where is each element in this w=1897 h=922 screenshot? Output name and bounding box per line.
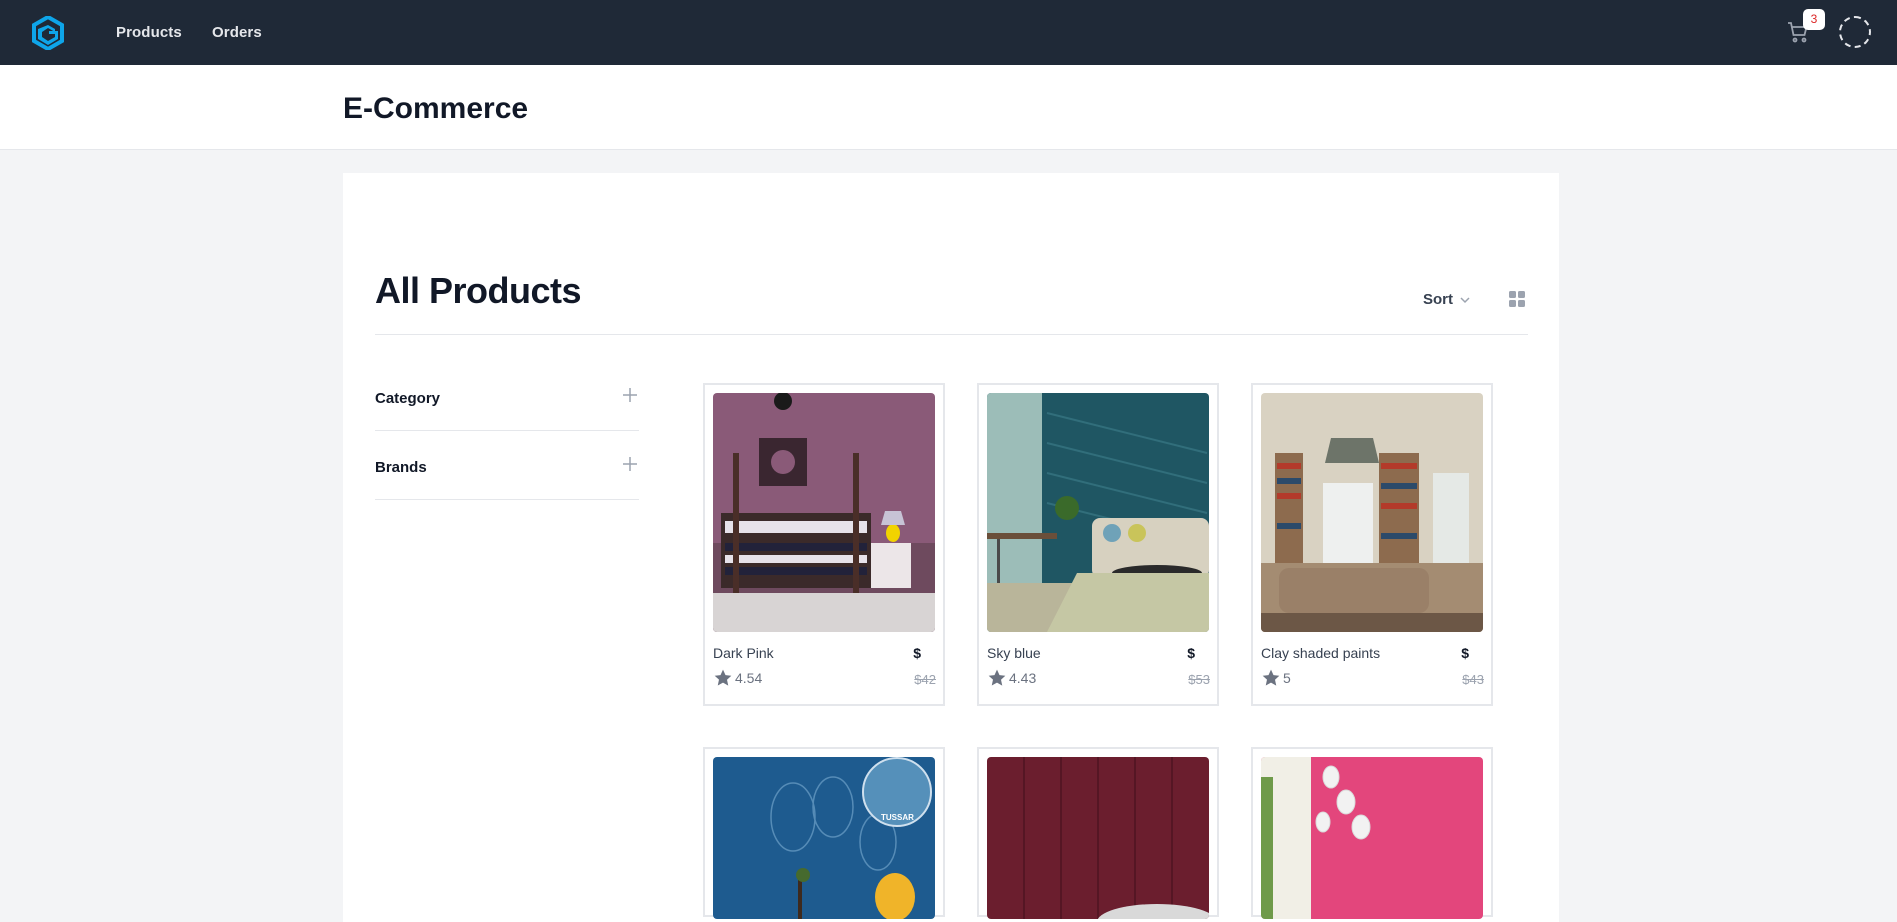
product-old-price: $42 [914,672,936,687]
product-price: $ [913,645,921,661]
product-rating: 5 [1261,668,1291,688]
title-divider [375,334,1528,335]
product-card[interactable]: TUSSAR [703,747,945,919]
star-icon [714,669,732,686]
star-icon [988,669,1006,686]
product-card[interactable] [1251,747,1493,919]
product-name: Sky blue [987,645,1041,661]
filter-brands-label: Brands [375,459,427,476]
product-image [987,757,1209,919]
section-title: All Products [375,270,582,311]
product-old-price: $53 [1188,672,1210,687]
product-name: Clay shaded paints [1261,645,1381,661]
sort-label: Sort [1423,291,1453,308]
product-badge: TUSSAR [881,813,914,822]
product-image [987,393,1209,632]
product-rating: 4.54 [713,668,762,688]
plus-icon[interactable] [621,455,639,473]
product-rating-value: 5 [1283,670,1291,686]
chevron-down-icon [1460,296,1470,303]
sort-dropdown[interactable]: Sort [1423,291,1471,308]
product-old-price: $43 [1462,672,1484,687]
plus-icon[interactable] [621,386,639,404]
product-name: Dark Pink [713,645,774,661]
product-card[interactable] [977,747,1219,919]
product-image [713,393,935,632]
product-price: $ [1187,645,1195,661]
nav-orders-link[interactable]: Orders [212,24,262,41]
star-icon [1262,669,1280,686]
product-price: $ [1461,645,1469,661]
user-avatar[interactable] [1839,16,1871,48]
filter-category-label: Category [375,390,441,407]
product-rating-value: 4.43 [1009,670,1037,686]
product-image [1261,393,1483,632]
product-card[interactable]: Clay shaded paints $ $43 5 [1251,383,1493,706]
product-card[interactable]: Sky blue $ $53 4.43 [977,383,1219,706]
logo-icon[interactable] [32,16,64,50]
product-card[interactable]: Dark Pink $ $42 4.54 [703,383,945,706]
product-rating-value: 4.54 [735,670,763,686]
products-panel: All Products Sort Category Brands Dark P… [343,173,1559,922]
product-image [1261,757,1483,919]
product-rating: 4.43 [987,668,1036,688]
top-navbar: Products Orders 3 [0,0,1897,65]
filter-brands[interactable]: Brands [375,431,639,500]
cart-count-badge: 3 [1803,9,1825,30]
page-title: E-Commerce [343,92,529,125]
product-image: TUSSAR [713,757,935,919]
page-header: E-Commerce [0,65,1897,150]
filter-category[interactable]: Category [375,362,639,431]
grid-view-icon[interactable] [1508,290,1526,308]
nav-products-link[interactable]: Products [116,24,182,41]
